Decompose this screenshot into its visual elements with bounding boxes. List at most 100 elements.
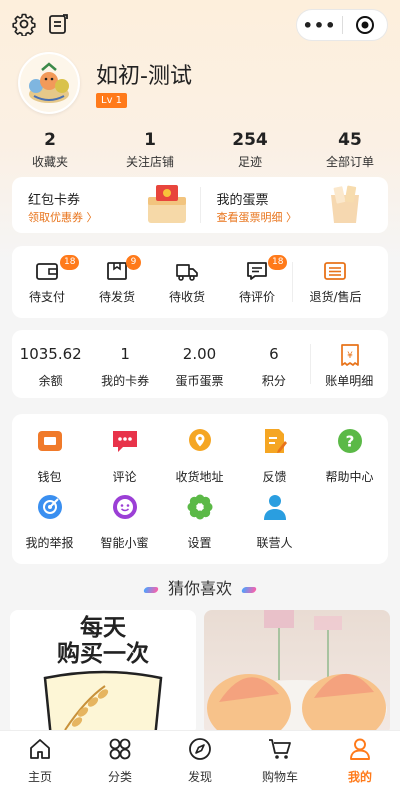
order-pending-review[interactable]: 18 待评价 (222, 246, 292, 318)
recommend-title-row: 猜你喜欢 (0, 575, 400, 599)
svg-text:¥: ¥ (347, 351, 353, 361)
pending-payment-badge: 18 (60, 255, 80, 270)
tab-label: 发现 (187, 770, 212, 784)
order-label: 待收货 (168, 290, 205, 304)
tool-label: 设置 (187, 536, 212, 550)
order-returns[interactable]: 退货/售后 (293, 246, 378, 318)
wallet-my-coupons[interactable]: 1 我的卡券 (89, 330, 160, 398)
home-icon (30, 739, 50, 759)
tab-category[interactable]: 分类 (80, 731, 160, 790)
egg-ticket-title: 我的蛋票 (216, 193, 269, 208)
gear-icon[interactable] (12, 12, 36, 36)
bottom-tab-bar: 主页 分类 发现 购物车 我的 (0, 730, 400, 790)
report-icon (37, 495, 62, 519)
stat-favorites[interactable]: 2 收藏夹 (0, 130, 100, 172)
level-badge: Lv 1 (96, 93, 128, 108)
tool-label: 反馈 (262, 470, 287, 484)
mini-program-capsule: ••• (296, 9, 388, 41)
stats-row: 2 收藏夹 1 关注店铺 254 足迹 45 全部订单 (0, 130, 400, 172)
feedback-icon (264, 429, 287, 453)
egg-ticket-link[interactable]: 查看蛋票明细 〉 (217, 209, 298, 225)
tab-label: 分类 (107, 770, 132, 784)
wallet-value: 1035.62 (19, 345, 82, 363)
wallet-label: 我的卡券 (101, 374, 150, 388)
stat-value: 45 (338, 130, 362, 150)
stat-label: 足迹 (237, 155, 262, 169)
tool-label: 收货地址 (175, 470, 224, 484)
cart-icon (269, 739, 291, 759)
stat-followed-shops[interactable]: 1 关注店铺 (100, 130, 200, 172)
pending-review-badge: 18 (268, 255, 288, 270)
tool-comments[interactable]: 评论 (87, 428, 162, 485)
order-pending-receipt[interactable]: 待收货 (152, 246, 222, 318)
wallet-bill-details[interactable]: ¥ 账单明细 (311, 330, 388, 398)
wallet-icon (37, 431, 62, 451)
location-icon (188, 429, 211, 451)
ticket-bag-icon (330, 185, 359, 223)
username: 如初-测试 (96, 64, 192, 89)
order-label: 待支付 (28, 290, 65, 304)
wallet-label: 蛋币蛋票 (175, 374, 224, 388)
tool-label: 钱包 (37, 470, 62, 484)
avatar[interactable] (18, 52, 80, 114)
gift-box-icon (148, 185, 186, 223)
order-status-card: 18 待支付 9 待发货 待收货 18 待评价 退货/售后 (12, 246, 388, 318)
tool-label: 智能小蜜 (100, 536, 149, 550)
coupon-title: 红包卡券 (28, 193, 81, 208)
order-pending-payment[interactable]: 18 待支付 (12, 246, 82, 318)
tool-joint-operator[interactable]: 联营人 (237, 494, 312, 551)
tool-my-reports[interactable]: 我的举报 (12, 494, 87, 551)
tools-card: 钱包 评论 收货地址 反馈 ? 帮助中心 我的举报 智能小蜜 设置 联营人 (12, 414, 388, 564)
stat-all-orders[interactable]: 45 全部订单 (300, 130, 400, 172)
wallet-egg-coins[interactable]: 2.00 蛋币蛋票 (161, 330, 238, 398)
tool-address[interactable]: 收货地址 (162, 428, 237, 485)
stat-label: 收藏夹 (31, 155, 68, 169)
peach-buns-image (207, 610, 387, 735)
wallet-balance[interactable]: 1035.62 余额 (12, 330, 89, 398)
recommend-title: 猜你喜欢 (167, 579, 232, 598)
close-target-button[interactable] (343, 15, 387, 35)
red-packet-coupons[interactable]: 红包卡券 领取优惠券 〉 (12, 177, 200, 233)
tab-discover[interactable]: 发现 (160, 731, 240, 790)
tab-mine[interactable]: 我的 (320, 731, 400, 790)
wallet-card: 1035.62 余额 1 我的卡券 2.00 蛋币蛋票 6 积分 ¥ 账单明细 (12, 330, 388, 398)
tab-home[interactable]: 主页 (0, 731, 80, 790)
person-icon (263, 495, 286, 520)
stat-value: 254 (232, 130, 268, 150)
wallet-value: 2.00 (182, 345, 217, 363)
compass-icon (189, 738, 211, 760)
order-label: 待发货 (98, 290, 135, 304)
wallet-points[interactable]: 6 积分 (238, 330, 309, 398)
tool-help-center[interactable]: ? 帮助中心 (312, 428, 387, 485)
more-dots-icon[interactable]: ••• (297, 16, 342, 35)
product-card-2[interactable] (204, 610, 390, 735)
avatar-image (20, 54, 78, 112)
bill-icon: ¥ (340, 344, 359, 366)
tool-smart-assistant[interactable]: 智能小蜜 (87, 494, 162, 551)
stat-value: 2 (44, 130, 56, 150)
stat-value: 1 (144, 130, 156, 150)
tool-feedback[interactable]: 反馈 (237, 428, 312, 485)
edit-note-icon[interactable] (47, 12, 71, 36)
settings-icon (187, 494, 212, 520)
tab-cart[interactable]: 购物车 (240, 731, 320, 790)
order-label: 退货/售后 (309, 290, 362, 304)
tool-label: 帮助中心 (325, 470, 374, 484)
tool-label: 评论 (112, 470, 137, 484)
wallet-label: 余额 (38, 374, 63, 388)
product-card-1[interactable]: 每天 购买一次 (10, 610, 196, 735)
title-decoration-right (240, 586, 258, 593)
coupon-link[interactable]: 领取优惠券 〉 (28, 209, 98, 225)
user-icon (350, 738, 370, 760)
tab-label: 我的 (347, 770, 372, 784)
tab-label: 主页 (27, 770, 52, 784)
tool-wallet[interactable]: 钱包 (12, 428, 87, 485)
stat-footprints[interactable]: 254 足迹 (200, 130, 300, 172)
stat-label: 全部订单 (325, 155, 374, 169)
comment-icon (247, 262, 267, 280)
tool-settings[interactable]: 设置 (162, 494, 237, 551)
product-bag-illustration (43, 670, 163, 735)
order-pending-shipment[interactable]: 9 待发货 (82, 246, 152, 318)
wallet-icon (36, 263, 58, 280)
egg-tickets[interactable]: 我的蛋票 查看蛋票明细 〉 (201, 177, 389, 233)
